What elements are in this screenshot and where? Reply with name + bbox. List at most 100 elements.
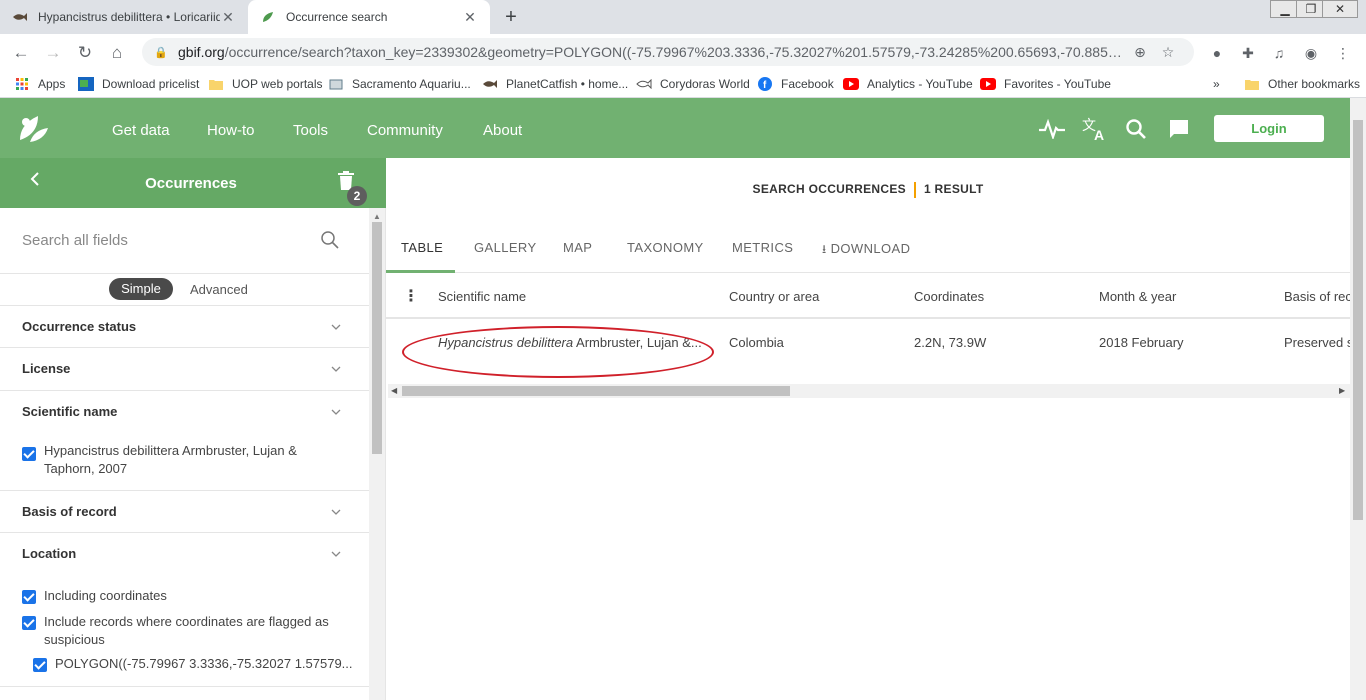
filter-label: License: [22, 361, 71, 376]
browser-tab-occurrence-search[interactable]: Occurrence search ✕: [248, 0, 490, 34]
forward-arrow-icon[interactable]: →: [40, 40, 66, 66]
close-tab-icon[interactable]: ✕: [462, 9, 478, 26]
column-month-year[interactable]: Month & year: [1099, 289, 1176, 304]
tab-taxonomy[interactable]: TAXONOMY: [627, 240, 704, 255]
chevron-down-icon[interactable]: [330, 362, 342, 374]
gbif-logo-icon[interactable]: [16, 112, 50, 144]
feedback-chat-icon[interactable]: [1165, 116, 1193, 142]
bookmark-star-icon[interactable]: ☆: [1154, 44, 1182, 61]
tab-download[interactable]: ⭳ DOWNLOAD: [822, 240, 910, 261]
filter-location[interactable]: Location Including coordinates Include r…: [0, 533, 369, 687]
column-basis-of-record[interactable]: Basis of rec: [1284, 289, 1352, 304]
svg-text:A: A: [1094, 127, 1104, 142]
scientific-name-value: Hypancistrus debilittera Armbruster, Luj…: [44, 443, 297, 476]
bookmarks-overflow-button[interactable]: »: [1213, 75, 1220, 93]
sidebar-scrollbar[interactable]: ▲: [369, 208, 385, 700]
profile-avatar-icon[interactable]: ◉: [1300, 42, 1322, 64]
column-country[interactable]: Country or area: [729, 289, 819, 304]
include-suspicious-checkbox[interactable]: [22, 616, 36, 630]
nav-tools[interactable]: Tools: [293, 98, 328, 158]
bookmark-label: Analytics - YouTube: [867, 77, 973, 91]
column-options-icon[interactable]: ⋮: [403, 286, 419, 306]
reload-icon[interactable]: ↻: [72, 40, 98, 66]
search-all-fields-input[interactable]: Search all fields: [0, 208, 369, 274]
close-tab-icon[interactable]: ✕: [220, 9, 236, 26]
bookmark-facebook[interactable]: f Facebook: [757, 75, 834, 93]
table-horizontal-scrollbar[interactable]: ◀ ▶: [388, 384, 1350, 398]
scroll-right-arrow-icon[interactable]: ▶: [1339, 386, 1345, 395]
bookmark-apps[interactable]: Apps: [14, 75, 65, 93]
nav-community[interactable]: Community: [367, 98, 443, 158]
new-tab-button[interactable]: +: [498, 4, 524, 30]
filter-license[interactable]: License: [0, 348, 369, 391]
chevron-down-icon[interactable]: [330, 505, 342, 517]
zoom-icon[interactable]: ⊕: [1126, 44, 1154, 61]
sidebar-scrollbar-thumb[interactable]: [372, 222, 382, 454]
mode-simple-button[interactable]: Simple: [109, 278, 173, 300]
chevron-down-icon[interactable]: [330, 547, 342, 559]
filter-occurrence-status[interactable]: Occurrence status: [0, 306, 369, 348]
search-icon[interactable]: [1122, 116, 1150, 142]
filter-count-badge: 2: [347, 186, 367, 206]
scientific-name-checkbox[interactable]: [22, 447, 36, 461]
bookmark-download-pricelist[interactable]: Download pricelist: [78, 75, 199, 93]
column-coordinates[interactable]: Coordinates: [914, 289, 984, 304]
close-window-button[interactable]: ✕: [1322, 0, 1358, 18]
nav-about[interactable]: About: [483, 98, 522, 158]
extension-circle-icon[interactable]: ●: [1206, 42, 1228, 64]
scroll-left-arrow-icon[interactable]: ◀: [391, 386, 397, 395]
media-control-icon[interactable]: ♫: [1268, 42, 1290, 64]
extensions-puzzle-icon[interactable]: ✚: [1237, 42, 1259, 64]
filter-basis-of-record[interactable]: Basis of record: [0, 491, 369, 533]
tab-gallery[interactable]: GALLERY: [474, 240, 537, 255]
mode-advanced-button[interactable]: Advanced: [190, 282, 248, 297]
tab-map[interactable]: MAP: [563, 240, 592, 255]
nav-how-to[interactable]: How-to: [207, 98, 255, 158]
bookmark-label: Download pricelist: [102, 77, 200, 91]
bookmark-sacramento-aquarium[interactable]: Sacramento Aquariu...: [328, 75, 471, 93]
page-scrollbar-thumb[interactable]: [1353, 120, 1363, 520]
bookmark-other-bookmarks[interactable]: Other bookmarks: [1244, 75, 1360, 93]
filter-scientific-name[interactable]: Scientific name Hypancistrus debilittera…: [0, 391, 369, 491]
login-button[interactable]: Login: [1214, 115, 1324, 142]
chevron-down-icon[interactable]: [330, 320, 342, 332]
polygon-checkbox[interactable]: [33, 658, 47, 672]
bookmark-favorites-youtube[interactable]: Favorites - YouTube: [980, 75, 1111, 93]
bookmark-label: Facebook: [781, 77, 834, 91]
folder-icon: [1244, 77, 1260, 91]
back-arrow-icon[interactable]: ←: [8, 40, 34, 66]
search-placeholder: Search all fields: [22, 232, 128, 249]
bookmark-uop-web-portals[interactable]: UOP web portals: [208, 75, 323, 93]
bookmark-analytics-youtube[interactable]: Analytics - YouTube: [843, 75, 973, 93]
table-scrollbar-thumb[interactable]: [402, 386, 790, 396]
tab-title: Hypancistrus debilittera • Loricariidae: [38, 10, 220, 24]
sidebar-header: Occurrences 2: [0, 158, 386, 208]
apps-grid-icon: [14, 77, 30, 91]
browser-tab-species[interactable]: Hypancistrus debilittera • Loricariidae …: [0, 0, 248, 34]
nav-get-data[interactable]: Get data: [112, 98, 170, 158]
translate-icon[interactable]: 文 A: [1081, 116, 1109, 142]
activity-pulse-icon[interactable]: [1038, 116, 1066, 142]
browser-toolbar: ← → ↻ ⌂ 🔒 gbif.org/occurrence/search?tax…: [0, 34, 1366, 70]
youtube-icon: [980, 77, 996, 91]
facebook-icon: f: [757, 77, 773, 91]
tab-title: Occurrence search: [286, 10, 388, 24]
bookmark-planetcatfish[interactable]: PlanetCatfish • home...: [482, 75, 628, 93]
browser-tab-strip: Hypancistrus debilittera • Loricariidae …: [0, 0, 1366, 34]
bookmark-corydoras-world[interactable]: Corydoras World: [636, 75, 750, 93]
page-scrollbar[interactable]: [1350, 98, 1366, 700]
browser-menu-icon[interactable]: ⋮: [1332, 42, 1354, 64]
scroll-up-arrow-icon[interactable]: ▲: [373, 212, 381, 221]
tab-metrics[interactable]: METRICS: [732, 240, 793, 255]
bookmark-label: Corydoras World: [660, 77, 750, 91]
address-bar[interactable]: 🔒 gbif.org/occurrence/search?taxon_key=2…: [142, 38, 1194, 66]
home-icon[interactable]: ⌂: [104, 40, 130, 66]
chevron-down-icon[interactable]: [330, 405, 342, 417]
including-coordinates-checkbox[interactable]: [22, 590, 36, 604]
search-icon[interactable]: [320, 230, 340, 250]
fish-icon: [12, 9, 28, 25]
url-text[interactable]: gbif.org/occurrence/search?taxon_key=233…: [178, 44, 1126, 60]
fish-outline-icon: [636, 77, 652, 91]
column-scientific-name[interactable]: Scientific name: [438, 289, 526, 304]
tab-table[interactable]: TABLE: [401, 240, 443, 255]
